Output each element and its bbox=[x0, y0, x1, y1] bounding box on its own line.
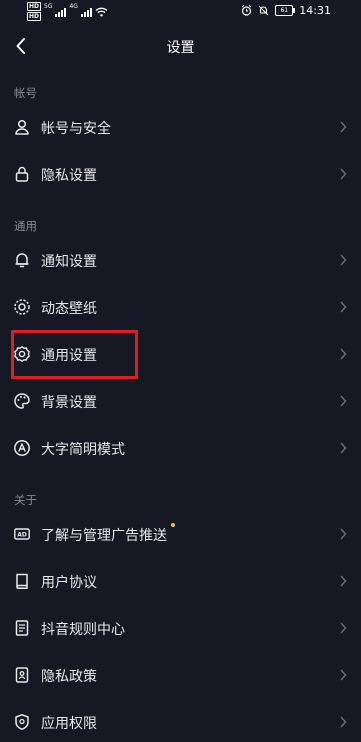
network-status: HD HD 5G 4G bbox=[27, 2, 108, 21]
chevron-right-icon bbox=[340, 622, 347, 634]
header: 设置 bbox=[0, 28, 361, 64]
chevron-right-icon bbox=[340, 575, 347, 587]
menu-item-privacy-policy[interactable]: 隐私政策 bbox=[0, 655, 361, 695]
menu-item-account-security[interactable]: 帐号与安全 bbox=[0, 107, 361, 147]
menu-item-user-agreement[interactable]: 用户协议 bbox=[0, 561, 361, 601]
menu-item-large-font-mode[interactable]: 大字简明模式 bbox=[0, 428, 361, 468]
wallpaper-icon bbox=[14, 299, 30, 315]
chevron-right-icon bbox=[340, 348, 347, 360]
menu-item-privacy-settings[interactable]: 隐私设置 bbox=[0, 154, 361, 194]
palette-icon bbox=[14, 393, 30, 409]
book-icon bbox=[16, 573, 28, 590]
menu-item-notification-settings[interactable]: 通知设置 bbox=[0, 240, 361, 280]
new-indicator-dot bbox=[171, 523, 175, 527]
person-icon bbox=[15, 119, 29, 135]
menu-item-label: 隐私设置 bbox=[41, 168, 97, 184]
mute-bell-icon bbox=[258, 5, 269, 16]
highlight-box bbox=[11, 330, 138, 379]
network-type-1: 5G bbox=[44, 3, 53, 10]
sim1-hd-badge: HD bbox=[27, 2, 42, 11]
clock: 14:31 bbox=[299, 4, 331, 17]
lock-icon bbox=[15, 166, 29, 182]
menu-item-label: 了解与管理广告推送 bbox=[41, 528, 167, 544]
signal-icon bbox=[55, 6, 67, 17]
chevron-right-icon bbox=[340, 254, 347, 266]
section-label-account: 帐号 bbox=[14, 86, 37, 100]
chevron-right-icon bbox=[340, 168, 347, 180]
menu-item-app-permissions[interactable]: 应用权限 bbox=[0, 702, 361, 742]
menu-item-background-settings[interactable]: 背景设置 bbox=[0, 381, 361, 421]
sim2-hd-badge: HD bbox=[27, 12, 42, 21]
menu-item-label: 隐私政策 bbox=[41, 669, 97, 685]
privacy-doc-icon bbox=[15, 667, 29, 683]
battery-icon: 61 bbox=[275, 5, 296, 16]
menu-item-ad-management[interactable]: AD 了解与管理广告推送 bbox=[0, 514, 361, 554]
chevron-right-icon bbox=[340, 442, 347, 454]
chevron-right-icon bbox=[340, 669, 347, 681]
svg-text:AD: AD bbox=[17, 532, 27, 539]
rules-icon bbox=[15, 620, 29, 636]
wifi-icon bbox=[95, 7, 108, 16]
menu-item-label: 用户协议 bbox=[41, 575, 97, 591]
chevron-right-icon bbox=[340, 716, 347, 728]
network-type-2: 4G bbox=[69, 3, 78, 10]
page-title: 设置 bbox=[166, 40, 195, 56]
alarm-icon bbox=[241, 5, 252, 16]
menu-item-label: 动态壁纸 bbox=[41, 301, 97, 317]
menu-item-live-wallpaper[interactable]: 动态壁纸 bbox=[0, 287, 361, 327]
chevron-right-icon bbox=[340, 395, 347, 407]
signal-icon-2 bbox=[80, 6, 92, 17]
menu-item-label: 大字简明模式 bbox=[41, 442, 125, 458]
section-label-about: 关于 bbox=[14, 493, 37, 507]
menu-item-label: 通知设置 bbox=[41, 254, 97, 270]
chevron-right-icon bbox=[340, 301, 347, 313]
font-size-icon bbox=[14, 440, 30, 456]
ad-icon: AD bbox=[14, 528, 30, 540]
shield-icon bbox=[15, 714, 29, 730]
menu-item-label: 抖音规则中心 bbox=[41, 622, 125, 638]
menu-item-label: 应用权限 bbox=[41, 716, 97, 732]
menu-item-label: 帐号与安全 bbox=[41, 121, 111, 137]
system-status: 61 14:31 bbox=[241, 4, 331, 17]
menu-item-label: 背景设置 bbox=[41, 395, 97, 411]
status-bar: HD HD 5G 4G 61 14:31 bbox=[0, 0, 361, 22]
bell-icon bbox=[15, 253, 29, 268]
menu-item-rules-center[interactable]: 抖音规则中心 bbox=[0, 608, 361, 648]
section-label-general: 通用 bbox=[14, 219, 37, 233]
chevron-right-icon bbox=[340, 528, 347, 540]
chevron-right-icon bbox=[340, 121, 347, 133]
